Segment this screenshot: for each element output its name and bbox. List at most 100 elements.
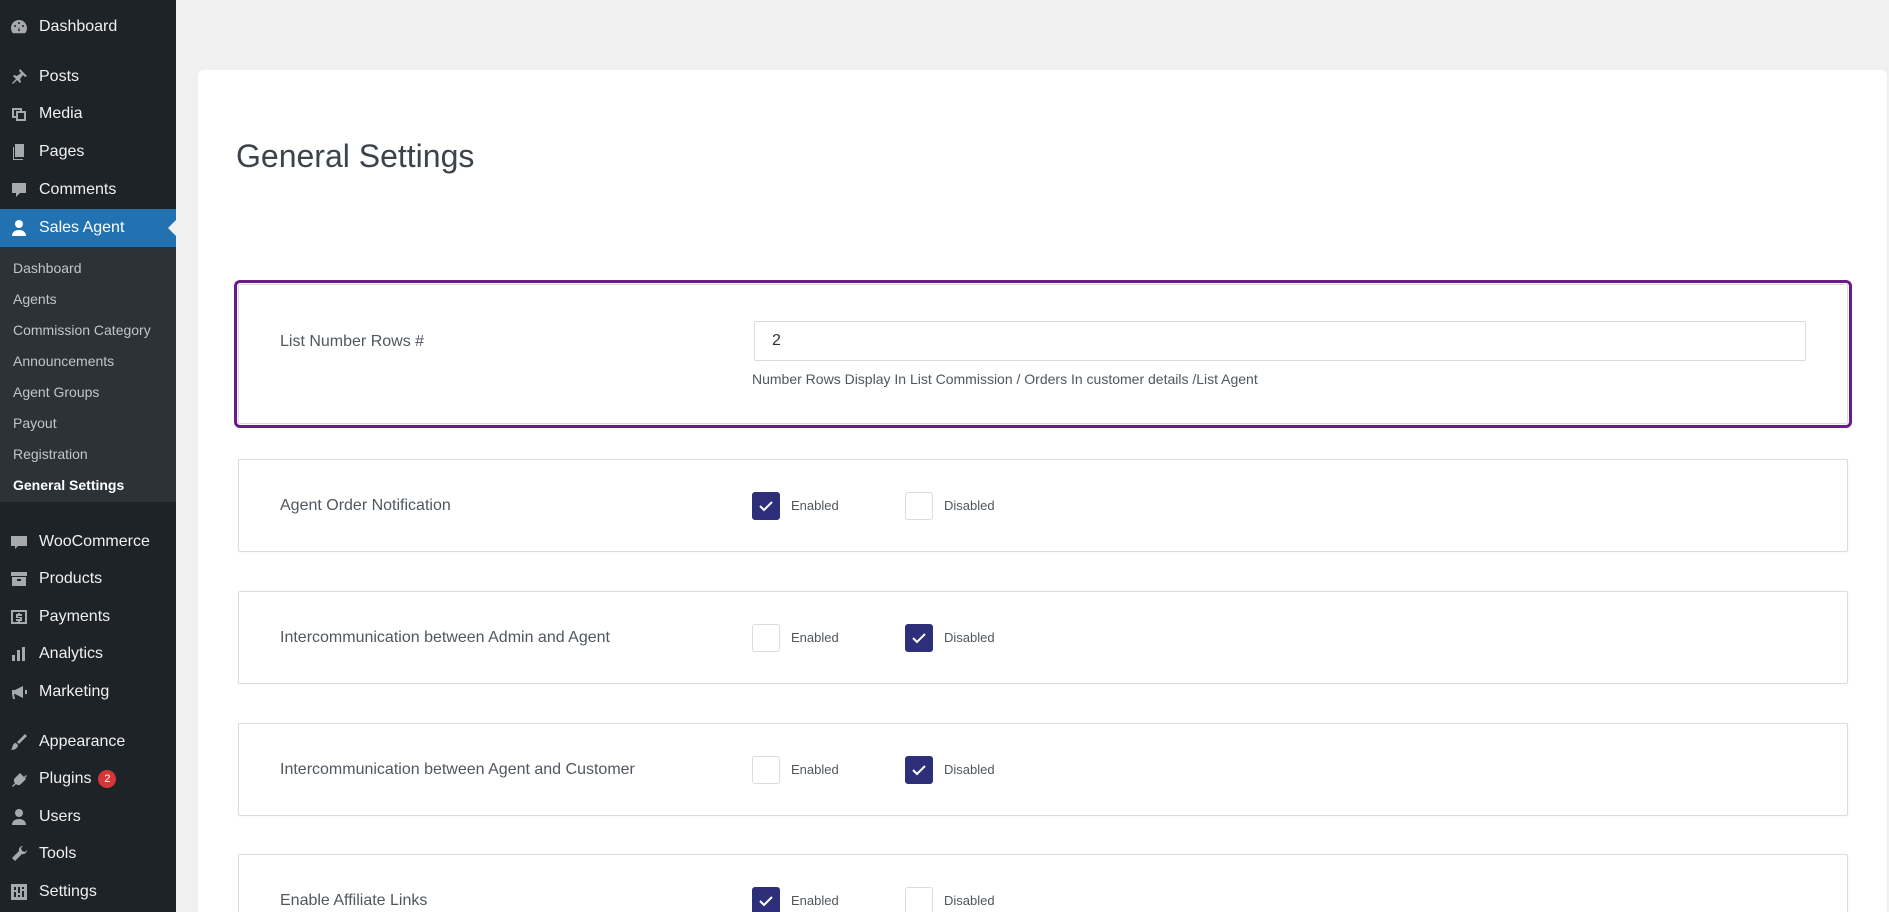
setting-label: Agent Order Notification xyxy=(280,496,451,514)
agent-order-notification-setting: Agent Order Notification Enabled Disable… xyxy=(238,459,1848,552)
megaphone-icon xyxy=(9,682,29,702)
disabled-checkbox[interactable] xyxy=(905,886,933,912)
affiliate-links-setting: Enable Affiliate Links Enabled Disabled xyxy=(238,854,1848,912)
option-label: Enabled xyxy=(791,762,839,777)
menu-posts[interactable]: Posts xyxy=(0,59,176,95)
option-label: Enabled xyxy=(791,498,839,513)
setting-label: Intercommunication between Admin and Age… xyxy=(280,628,610,646)
menu-label: Tools xyxy=(39,845,77,862)
menu-marketing[interactable]: Marketing xyxy=(0,674,176,710)
menu-products[interactable]: Products xyxy=(0,561,176,597)
enabled-checkbox[interactable] xyxy=(752,755,780,784)
menu-comments[interactable]: Comments xyxy=(0,172,176,208)
submenu-agent-groups[interactable]: Agent Groups xyxy=(13,384,99,400)
menu-woocommerce[interactable]: WooCommerce xyxy=(0,524,176,560)
admin-sidebar: Dashboard Posts Media Pages Comments Sal… xyxy=(0,0,176,912)
sales-agent-submenu: Dashboard Agents Commission Category Ann… xyxy=(0,247,176,502)
plugins-update-badge: 2 xyxy=(98,770,117,788)
menu-label: Users xyxy=(39,808,81,825)
menu-appearance[interactable]: Appearance xyxy=(0,724,176,760)
enabled-checkbox[interactable] xyxy=(752,886,780,912)
menu-media[interactable]: Media xyxy=(0,96,176,132)
dashboard-icon xyxy=(9,17,29,37)
menu-dashboard[interactable]: Dashboard xyxy=(0,9,176,45)
enabled-option[interactable]: Enabled xyxy=(752,755,839,784)
submenu-payout[interactable]: Payout xyxy=(13,415,57,431)
enabled-option[interactable]: Enabled xyxy=(752,623,839,652)
enabled-option[interactable]: Enabled xyxy=(752,886,839,912)
submenu-announcements[interactable]: Announcements xyxy=(13,353,114,369)
option-label: Enabled xyxy=(791,893,839,908)
check-icon xyxy=(912,764,926,775)
menu-analytics[interactable]: Analytics xyxy=(0,636,176,672)
menu-label: Sales Agent xyxy=(39,219,125,236)
enabled-option[interactable]: Enabled xyxy=(752,491,839,520)
disabled-option[interactable]: Disabled xyxy=(905,886,995,912)
menu-label: Marketing xyxy=(39,683,110,700)
option-label: Disabled xyxy=(944,630,995,645)
disabled-checkbox[interactable] xyxy=(905,623,933,652)
menu-settings[interactable]: Settings xyxy=(0,874,176,910)
option-label: Disabled xyxy=(944,762,995,777)
disabled-option[interactable]: Disabled xyxy=(905,623,995,652)
disabled-option[interactable]: Disabled xyxy=(905,491,995,520)
setting-label: Intercommunication between Agent and Cus… xyxy=(280,760,635,778)
user-icon xyxy=(9,218,29,238)
submenu-agents[interactable]: Agents xyxy=(13,291,57,307)
menu-sales-agent[interactable]: Sales Agent xyxy=(0,209,176,247)
settings-icon xyxy=(9,882,29,902)
menu-label: Media xyxy=(39,105,83,122)
disabled-checkbox[interactable] xyxy=(905,491,933,520)
submenu-dashboard[interactable]: Dashboard xyxy=(13,260,82,276)
dollar-icon xyxy=(9,607,29,627)
option-label: Disabled xyxy=(944,893,995,908)
menu-label: Comments xyxy=(39,181,117,198)
list-rows-hint: Number Rows Display In List Commission /… xyxy=(752,371,1258,387)
pin-icon xyxy=(9,67,29,87)
menu-label: Settings xyxy=(39,883,97,900)
menu-label: WooCommerce xyxy=(39,533,150,550)
check-icon xyxy=(912,632,926,643)
check-icon xyxy=(759,895,773,906)
menu-label: Payments xyxy=(39,608,111,625)
menu-tools[interactable]: Tools xyxy=(0,836,176,872)
check-icon xyxy=(759,500,773,511)
agent-customer-intercom-setting: Intercommunication between Agent and Cus… xyxy=(238,723,1848,816)
menu-label: Dashboard xyxy=(39,18,118,35)
menu-label: Posts xyxy=(39,68,80,85)
wrench-icon xyxy=(9,844,29,864)
submenu-general-settings[interactable]: General Settings xyxy=(13,477,124,493)
woo-icon xyxy=(9,532,29,552)
bar-chart-icon xyxy=(9,644,29,664)
menu-label: Products xyxy=(39,570,103,587)
users-icon xyxy=(9,807,29,827)
list-rows-setting: List Number Rows # Number Rows Display I… xyxy=(234,280,1852,428)
setting-label: Enable Affiliate Links xyxy=(280,891,428,909)
option-label: Disabled xyxy=(944,498,995,513)
settings-card: General Settings List Number Rows # Numb… xyxy=(198,70,1887,912)
admin-agent-intercom-setting: Intercommunication between Admin and Age… xyxy=(238,591,1848,684)
setting-label: List Number Rows # xyxy=(280,333,425,350)
menu-label: Analytics xyxy=(39,645,104,662)
disabled-option[interactable]: Disabled xyxy=(905,755,995,784)
submenu-commission-category[interactable]: Commission Category xyxy=(13,322,151,338)
menu-label: Plugins xyxy=(39,770,92,787)
disabled-checkbox[interactable] xyxy=(905,755,933,784)
submenu-registration[interactable]: Registration xyxy=(13,446,88,462)
menu-label: Pages xyxy=(39,143,85,160)
pages-icon xyxy=(9,142,29,162)
enabled-checkbox[interactable] xyxy=(752,623,780,652)
menu-plugins[interactable]: Plugins 2 xyxy=(0,761,176,797)
brush-icon xyxy=(9,732,29,752)
enabled-checkbox[interactable] xyxy=(752,491,780,520)
option-label: Enabled xyxy=(791,630,839,645)
archive-icon xyxy=(9,569,29,589)
page-title: General Settings xyxy=(236,138,475,174)
list-rows-input[interactable] xyxy=(754,321,1806,361)
plug-icon xyxy=(9,769,29,789)
comment-icon xyxy=(9,180,29,200)
menu-users[interactable]: Users xyxy=(0,799,176,835)
menu-label: Appearance xyxy=(39,733,126,750)
menu-payments[interactable]: Payments xyxy=(0,599,176,635)
menu-pages[interactable]: Pages xyxy=(0,134,176,170)
